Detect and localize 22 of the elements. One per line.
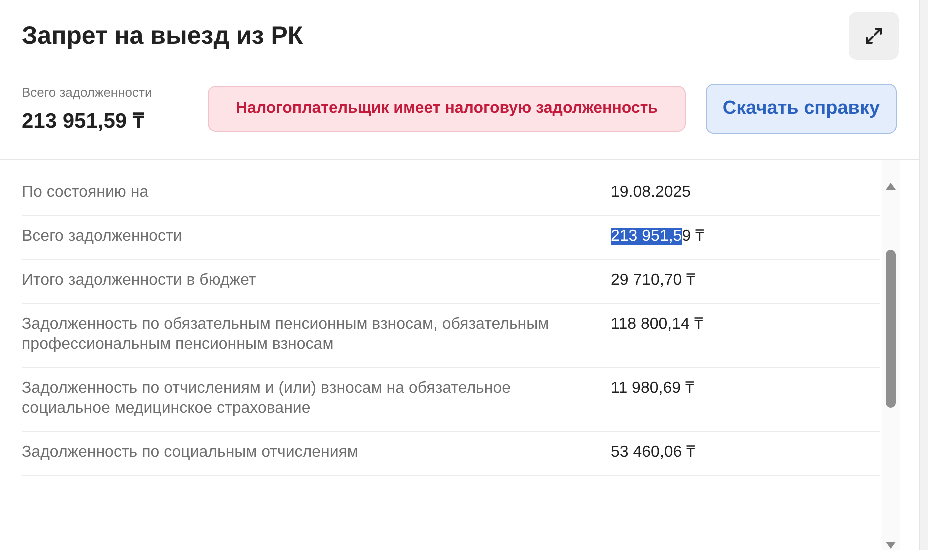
row-label: Задолженность по отчислениям и (или) взносам на обязательное социальное медицинское страхование (22, 379, 512, 419)
row-value: 53 460,06 ₸ (611, 443, 696, 463)
row-label: По состоянию на (22, 183, 150, 203)
row-label: Задолженность по обязательным пенсионным взносам, обязательным профессиональным пенсионным взносам (22, 315, 550, 355)
total-label: Всего задолженности (22, 84, 154, 100)
panel-title: Запрет на выезд из РК (22, 22, 304, 50)
row-value: 29 710,70 ₸ (611, 271, 696, 291)
scroll-up-icon[interactable] (885, 182, 897, 190)
total-amount: 213 951,59 ₸ (22, 108, 146, 134)
scrollbar-thumb[interactable] (886, 250, 896, 408)
scroll-down-icon[interactable] (885, 542, 897, 550)
row-label: Всего задолженности (22, 227, 184, 247)
row-label: Итого задолженности в бюджет (22, 271, 258, 291)
debt-alert: Налогоплательщик имеет налоговую задолженность (208, 86, 686, 132)
row-value: 118 800,14 ₸ (611, 315, 704, 335)
expand-icon (864, 26, 884, 46)
download-button[interactable]: Скачать справку (706, 84, 897, 134)
row-value: 213 951,59 ₸ (611, 227, 705, 247)
row-label: Задолженность по социальным отчислениям (22, 443, 360, 463)
row-value: 19.08.2025 (611, 183, 692, 203)
row-value: 11 980,69 ₸ (611, 379, 694, 399)
expand-button[interactable] (849, 12, 899, 60)
